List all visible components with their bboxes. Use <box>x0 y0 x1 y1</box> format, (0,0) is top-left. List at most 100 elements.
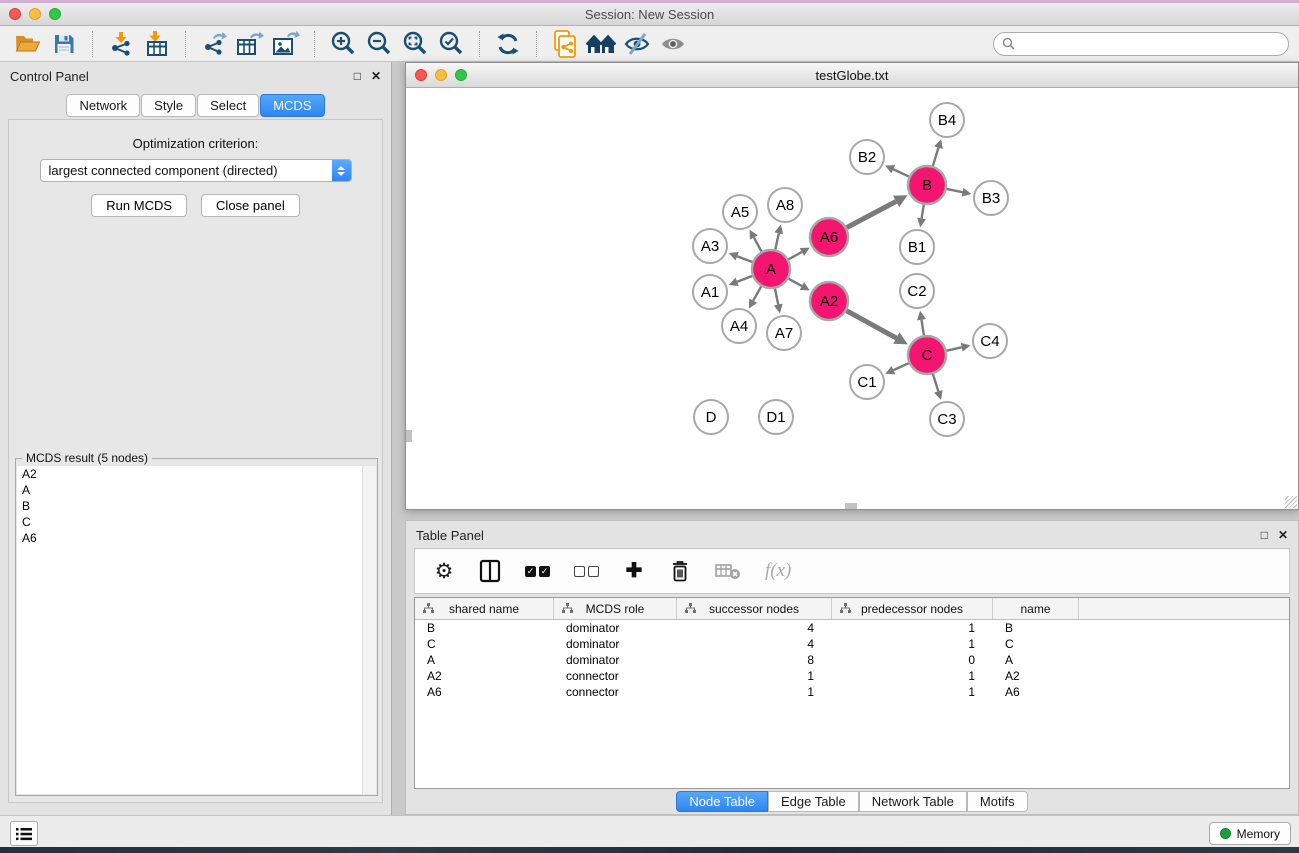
table-row[interactable]: A2connector11A2 <box>415 668 1289 684</box>
network-window-titlebar[interactable]: testGlobe.txt <box>406 63 1298 88</box>
zoom-out-icon[interactable] <box>361 28 397 60</box>
close-panel-icon[interactable]: ✕ <box>1278 529 1288 541</box>
graph-edge-B-B1[interactable] <box>922 205 924 219</box>
create-column-icon[interactable]: ✚ <box>623 561 645 581</box>
graph-edge-A6-B[interactable] <box>847 201 896 227</box>
tab-node-table[interactable]: Node Table <box>676 791 768 812</box>
graph-node-label: C <box>922 347 933 364</box>
node-table: shared nameMCDS rolesuccessor nodesprede… <box>414 597 1290 789</box>
graph-edge-A-A7[interactable] <box>775 289 778 305</box>
export-network-icon[interactable] <box>196 28 232 60</box>
window-resize-grip[interactable] <box>1285 496 1297 508</box>
tab-edge-table[interactable]: Edge Table <box>768 791 859 812</box>
column-header-MCDS-role[interactable]: MCDS role <box>554 598 677 619</box>
canvas-horizontal-scrollbar[interactable] <box>845 503 857 509</box>
column-header-name[interactable]: name <box>993 598 1079 619</box>
first-neighbors-icon[interactable] <box>583 28 619 60</box>
graph-node-label: A1 <box>701 284 719 301</box>
table-row[interactable]: Cdominator41C <box>415 636 1289 652</box>
table-row[interactable]: Bdominator41B <box>415 620 1289 636</box>
graph-edge-C-C4[interactable] <box>947 347 962 350</box>
run-mcds-button[interactable]: Run MCDS <box>91 194 187 217</box>
mcds-result-item[interactable]: A2 <box>17 466 376 482</box>
canvas-vertical-scrollbar[interactable] <box>406 430 412 442</box>
graph-edge-A-A1[interactable] <box>737 276 752 282</box>
graph-edge-C-C1[interactable] <box>893 363 908 370</box>
tab-network-table[interactable]: Network Table <box>859 791 967 812</box>
import-table-icon[interactable] <box>139 28 175 60</box>
new-network-from-selection-icon[interactable] <box>547 28 583 60</box>
mcds-result-item[interactable]: B <box>17 498 376 514</box>
search-input[interactable] <box>1020 37 1280 51</box>
column-header-successor-nodes[interactable]: successor nodes <box>677 598 832 619</box>
table-row[interactable]: A6connector11A6 <box>415 684 1289 700</box>
select-all-columns-icon[interactable]: ✓✓ <box>525 566 550 577</box>
show-all-icon[interactable] <box>655 28 691 60</box>
mcds-result-item[interactable]: C <box>17 514 376 530</box>
table-row[interactable]: Adominator80A <box>415 652 1289 668</box>
mcds-result-list[interactable]: A2ABCA6 <box>17 466 376 794</box>
export-table-icon[interactable] <box>232 28 268 60</box>
memory-label: Memory <box>1237 827 1280 841</box>
memory-button[interactable]: Memory <box>1209 822 1291 845</box>
graph-edge-A2-C[interactable] <box>847 311 897 338</box>
graph-edge-A-A8[interactable] <box>775 233 779 249</box>
tab-mcds[interactable]: MCDS <box>260 94 324 117</box>
graph-edge-A-A2[interactable] <box>789 279 802 286</box>
delete-column-trash-icon[interactable] <box>669 559 691 583</box>
graph-edge-A-A6[interactable] <box>789 252 802 259</box>
table-cell: 8 <box>677 653 832 667</box>
column-header-shared-name[interactable]: shared name <box>415 598 554 619</box>
save-session-icon[interactable] <box>46 28 82 60</box>
tab-network[interactable]: Network <box>66 94 140 117</box>
table-settings-gear-icon[interactable]: ⚙ <box>433 561 455 582</box>
graph-edge-C-C2[interactable] <box>921 320 923 336</box>
network-window-title: testGlobe.txt <box>406 68 1298 83</box>
hierarchy-icon <box>423 603 434 614</box>
function-builder-icon[interactable]: f(x) <box>765 560 791 582</box>
float-panel-icon[interactable]: □ <box>1261 529 1268 541</box>
graph-edge-B-B4[interactable] <box>933 148 939 166</box>
result-scrollbar[interactable] <box>362 466 376 794</box>
tab-select[interactable]: Select <box>197 94 259 117</box>
zoom-selected-icon[interactable] <box>433 28 469 60</box>
import-network-icon[interactable] <box>103 28 139 60</box>
graph-node-label: B1 <box>908 239 926 256</box>
zoom-in-icon[interactable] <box>325 28 361 60</box>
zoom-fit-icon[interactable] <box>397 28 433 60</box>
close-panel-icon[interactable]: ✕ <box>371 70 381 82</box>
open-session-icon[interactable] <box>10 28 46 60</box>
delete-table-icon[interactable] <box>715 561 741 581</box>
optimization-criterion-dropdown[interactable]: largest connected component (directed) <box>40 159 352 182</box>
graph-node-label: C1 <box>857 374 876 391</box>
graph-edge-A-A3[interactable] <box>737 256 752 262</box>
toolbar-separator <box>479 31 480 57</box>
unselect-all-columns-icon[interactable] <box>574 566 599 577</box>
network-canvas[interactable]: B4B2BB3A8A5A6A3B1AA1C2A2A4A7C4CC1C3DD1 <box>406 88 1298 509</box>
show-columns-icon[interactable] <box>479 559 501 583</box>
table-cell: dominator <box>554 637 677 651</box>
mcds-result-item[interactable]: A <box>17 482 376 498</box>
search-field[interactable] <box>993 32 1289 56</box>
table-header-row: shared nameMCDS rolesuccessor nodesprede… <box>415 598 1289 620</box>
graph-edge-A-A4[interactable] <box>753 286 761 300</box>
graph-edge-B-B3[interactable] <box>947 189 963 192</box>
mcds-result-item[interactable]: A6 <box>17 530 376 546</box>
tab-style[interactable]: Style <box>141 94 196 117</box>
mcds-result-title: MCDS result (5 nodes) <box>22 451 152 465</box>
close-panel-button[interactable]: Close panel <box>201 194 300 217</box>
graph-edge-C-C3[interactable] <box>933 374 938 391</box>
graph-edge-B-B2[interactable] <box>893 169 909 176</box>
column-header-predecessor-nodes[interactable]: predecessor nodes <box>832 598 993 619</box>
graph-edge-A-A5[interactable] <box>754 237 762 251</box>
graph-node-label: A8 <box>776 197 794 214</box>
graph-node-label: A4 <box>730 318 748 335</box>
network-graph[interactable]: B4B2BB3A8A5A6A3B1AA1C2A2A4A7C4CC1C3DD1 <box>406 88 1298 509</box>
application-window: Session: New Session <box>0 0 1299 853</box>
refresh-icon[interactable] <box>490 28 526 60</box>
hide-selected-icon[interactable] <box>619 28 655 60</box>
task-history-button[interactable] <box>10 821 38 846</box>
export-image-icon[interactable] <box>268 28 304 60</box>
float-panel-icon[interactable]: □ <box>354 70 361 82</box>
tab-motifs[interactable]: Motifs <box>967 791 1028 812</box>
